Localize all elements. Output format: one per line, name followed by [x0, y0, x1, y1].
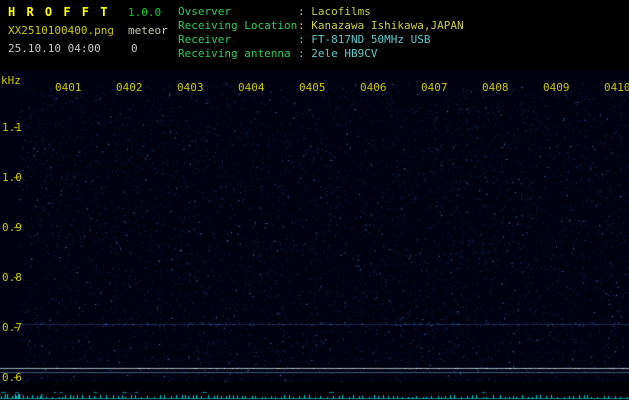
- app-version: 1.0.0: [128, 6, 161, 19]
- freq-tick-label: 0.7: [2, 321, 22, 334]
- freq-tick-label: 0.6: [2, 371, 22, 384]
- header-info: Ovserver: LacofilmsReceiving Location: K…: [178, 5, 464, 61]
- header-info-row: Receiving antenna: 2ele HB9CV: [178, 47, 464, 61]
- observation-name: meteor: [128, 24, 168, 37]
- info-label: Receiving Location: [178, 19, 298, 33]
- info-label: Receiving antenna: [178, 47, 298, 61]
- spectrogram-canvas: [0, 70, 629, 400]
- time-tick-label: 0410: [604, 81, 629, 94]
- observation-datetime: 25.10.10 04:00: [8, 42, 101, 55]
- freq-tick-label: 1.0: [2, 171, 22, 184]
- time-tick-label: 0402: [116, 81, 143, 94]
- freq-tick-label: 0.8: [2, 271, 22, 284]
- time-tick-label: 0409: [543, 81, 570, 94]
- time-tick-label: 0404: [238, 81, 265, 94]
- time-tick-label: 0401: [55, 81, 82, 94]
- meteor-count: 0: [131, 42, 138, 55]
- header: H R O F F T 1.0.0 XX2510100400.png meteo…: [0, 0, 629, 70]
- info-value: : Lacofilms: [298, 5, 371, 18]
- freq-unit-label: kHz: [1, 74, 21, 87]
- time-tick-label: 0407: [421, 81, 448, 94]
- info-value: : Kanazawa Ishikawa,JAPAN: [298, 19, 464, 32]
- freq-tick-label: 1.1: [2, 121, 22, 134]
- freq-tick-label: 0.9: [2, 221, 22, 234]
- info-label: Ovserver: [178, 5, 298, 19]
- header-info-row: Receiver: FT-817ND 50MHz USB: [178, 33, 464, 47]
- header-info-row: Ovserver: Lacofilms: [178, 5, 464, 19]
- hrofft-screenshot: H R O F F T 1.0.0 XX2510100400.png meteo…: [0, 0, 629, 400]
- header-info-row: Receiving Location: Kanazawa Ishikawa,JA…: [178, 19, 464, 33]
- info-value: : FT-817ND 50MHz USB: [298, 33, 430, 46]
- spectrogram-plot: kHz 0401 0402 0403 0404 0405 0406 0407 0408 0409…: [0, 70, 629, 400]
- info-label: Receiver: [178, 33, 298, 47]
- time-tick-label: 0406: [360, 81, 387, 94]
- output-filename: XX2510100400.png: [8, 24, 114, 37]
- info-value: : 2ele HB9CV: [298, 47, 377, 60]
- time-tick-label: 0408: [482, 81, 509, 94]
- time-tick-label: 0405: [299, 81, 326, 94]
- app-title: H R O F F T: [8, 5, 109, 19]
- time-tick-label: 0403: [177, 81, 204, 94]
